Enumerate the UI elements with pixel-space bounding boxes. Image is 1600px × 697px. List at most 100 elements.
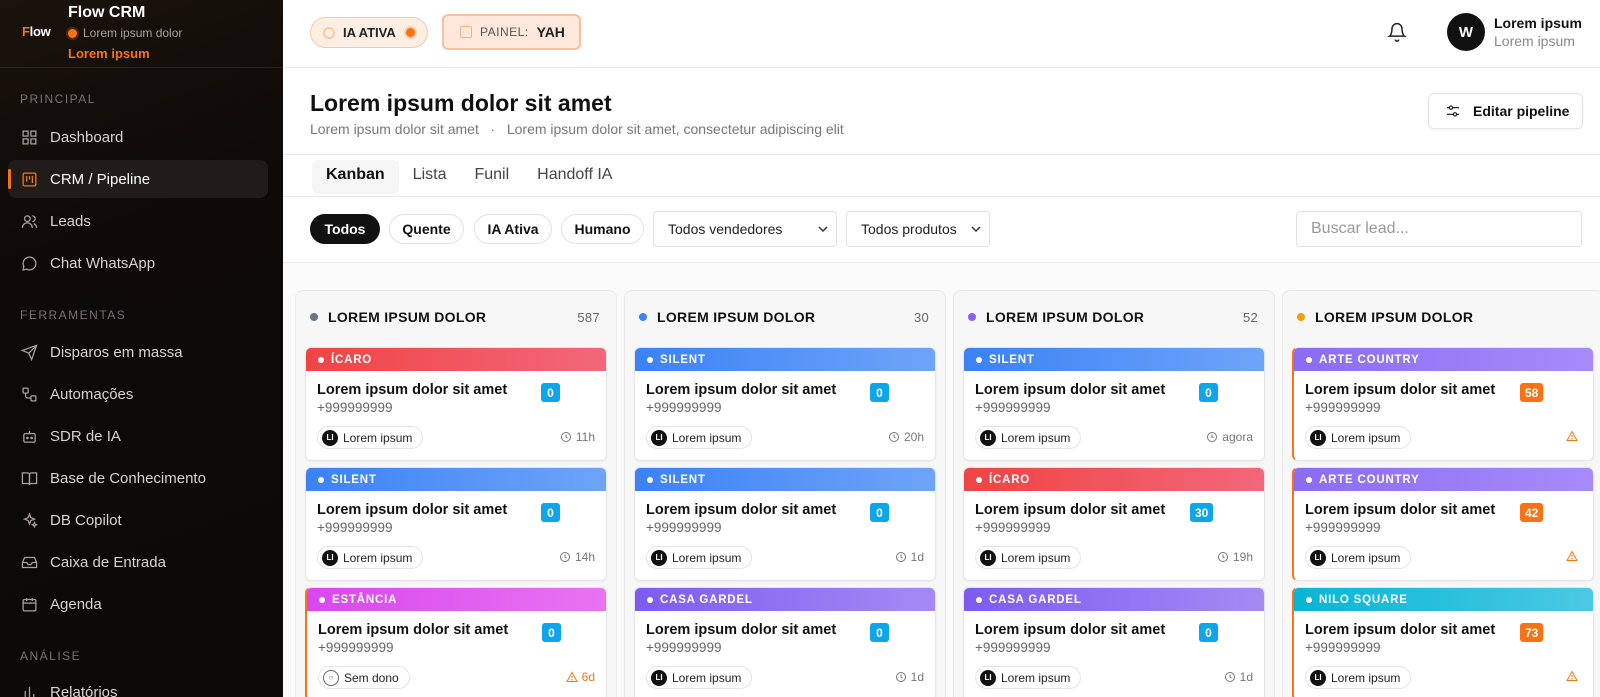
- owner-avatar: LI: [651, 669, 667, 686]
- product-select[interactable]: Todos produtos: [846, 211, 990, 247]
- lead-card[interactable]: SILENT Lorem ipsum dolor sit amet +99999…: [963, 347, 1265, 461]
- lead-name: Lorem ipsum dolor sit amet: [646, 502, 837, 518]
- lead-card[interactable]: SILENT Lorem ipsum dolor sit amet +99999…: [634, 347, 936, 461]
- bot-icon: [23, 430, 36, 443]
- lead-tag: NILO SQUARE: [1294, 588, 1593, 611]
- sidebar-item-automacoes[interactable]: Automações: [8, 375, 268, 413]
- warning-icon: [1566, 430, 1578, 441]
- owner-chip[interactable]: LI Lorem ipsum: [317, 426, 424, 449]
- owner-chip[interactable]: LI Lorem ipsum: [975, 666, 1082, 689]
- tab-handoff-ia[interactable]: Handoff IA: [523, 160, 626, 194]
- lead-phone: +999999999: [975, 400, 1051, 415]
- clock-icon: [1207, 432, 1218, 442]
- lead-card[interactable]: ÍCARO Lorem ipsum dolor sit amet +999999…: [963, 467, 1265, 581]
- section-label-analise: ANÁLISE: [20, 649, 82, 663]
- filter-chip-todos[interactable]: Todos: [310, 214, 380, 244]
- edit-pipeline-button[interactable]: Editar pipeline: [1428, 93, 1583, 129]
- column-header[interactable]: LOREM IPSUM DOLOR: [1297, 307, 1587, 327]
- sidebar-item-dashboard[interactable]: Dashboard: [8, 118, 268, 156]
- lead-tag: ARTE COUNTRY: [1294, 468, 1593, 491]
- lead-phone: +999999999: [1305, 520, 1381, 535]
- time-text: 20h: [903, 430, 924, 444]
- sidebar-item-caixa-entrada[interactable]: Caixa de Entrada: [8, 543, 268, 581]
- owner-chip[interactable]: LI Lorem ipsum: [646, 546, 753, 569]
- time-text: 1d: [1239, 670, 1253, 684]
- ia-status-pill[interactable]: IA ATIVA: [310, 17, 428, 48]
- owner-avatar: LI: [322, 549, 338, 566]
- avatar[interactable]: W: [1447, 13, 1485, 51]
- lead-time: [1566, 550, 1582, 562]
- tab-funil[interactable]: Funil: [460, 160, 523, 194]
- view-tabs: Kanban Lista Funil Handoff IA: [312, 160, 626, 194]
- lead-card[interactable]: ARTE COUNTRY Lorem ipsum dolor sit amet …: [1292, 467, 1594, 581]
- owner-chip[interactable]: LI Lorem ipsum: [1305, 666, 1412, 689]
- owner-chip[interactable]: LI Lorem ipsum: [1305, 546, 1412, 569]
- column-header[interactable]: LOREM IPSUM DOLOR 30: [639, 307, 929, 327]
- lead-card[interactable]: ARTE COUNTRY Lorem ipsum dolor sit amet …: [1292, 347, 1594, 461]
- tab-kanban[interactable]: Kanban: [312, 160, 399, 194]
- lead-card[interactable]: SILENT Lorem ipsum dolor sit amet +99999…: [634, 467, 936, 581]
- sidebar-item-chat-whatsapp[interactable]: Chat WhatsApp: [8, 244, 268, 282]
- lead-tag: ÍCARO: [306, 348, 606, 371]
- sidebar-item-label: Chat WhatsApp: [50, 254, 156, 272]
- sparkles-icon: [22, 511, 38, 528]
- user-role: Lorem ipsum: [1494, 33, 1575, 49]
- lead-card[interactable]: ÍCARO Lorem ipsum dolor sit amet +999999…: [305, 347, 607, 461]
- column-title: LOREM IPSUM DOLOR: [328, 309, 487, 325]
- lead-card[interactable]: CASA GARDEL Lorem ipsum dolor sit amet +…: [634, 587, 936, 697]
- sidebar-item-sdr-ia[interactable]: SDR de IA: [8, 417, 268, 455]
- brand-link[interactable]: Lorem ipsum: [68, 46, 150, 61]
- owner-chip[interactable]: LI Lorem ipsum: [975, 546, 1082, 569]
- owner-chip[interactable]: ○ Sem dono: [318, 666, 410, 689]
- lead-card[interactable]: ESTÂNCIA Lorem ipsum dolor sit amet +999…: [305, 587, 607, 697]
- lead-tag: ARTE COUNTRY: [1294, 348, 1593, 371]
- lead-card[interactable]: NILO SQUARE Lorem ipsum dolor sit amet +…: [1292, 587, 1594, 697]
- sliders-icon: [1447, 105, 1459, 117]
- sidebar-item-base-conhecimento[interactable]: Base de Conhecimento: [8, 459, 268, 497]
- tag-dot: [976, 476, 982, 483]
- time-text: agora: [1222, 430, 1253, 444]
- filter-chip-humano[interactable]: Humano: [561, 214, 644, 244]
- warning-icon: [1566, 550, 1578, 561]
- lead-phone: +999999999: [317, 400, 393, 415]
- owner-avatar: LI: [1310, 549, 1326, 566]
- column-header[interactable]: LOREM IPSUM DOLOR 587: [310, 307, 600, 327]
- lead-card[interactable]: CASA GARDEL Lorem ipsum dolor sit amet +…: [963, 587, 1265, 697]
- column-header[interactable]: LOREM IPSUM DOLOR 52: [968, 307, 1258, 327]
- owner-chip[interactable]: LI Lorem ipsum: [975, 426, 1082, 449]
- lead-card[interactable]: SILENT Lorem ipsum dolor sit amet +99999…: [305, 467, 607, 581]
- message-count-badge: 30: [1190, 503, 1214, 522]
- lead-phone: +999999999: [646, 520, 722, 535]
- sidebar-item-label: Caixa de Entrada: [50, 553, 166, 571]
- filter-chip-quente[interactable]: Quente: [389, 214, 464, 244]
- lead-time: agora: [1206, 430, 1253, 444]
- owner-avatar: LI: [980, 669, 996, 686]
- sidebar-item-relatorios[interactable]: Relatórios: [8, 673, 268, 697]
- lead-time: 11h: [560, 430, 595, 444]
- sidebar-item-disparos[interactable]: Disparos em massa: [8, 333, 268, 371]
- owner-chip[interactable]: LI Lorem ipsum: [646, 666, 753, 689]
- panel-selector[interactable]: PAINEL: YAH: [442, 14, 581, 50]
- seller-select[interactable]: Todos vendedores: [653, 211, 837, 247]
- filter-chip-ia-ativa[interactable]: IA Ativa: [474, 214, 552, 244]
- search-input[interactable]: [1296, 211, 1582, 247]
- message-count-badge: 0: [1199, 383, 1218, 402]
- brand-logo[interactable]: Flow: [22, 24, 51, 39]
- tab-lista[interactable]: Lista: [399, 160, 461, 194]
- time-text: 14h: [574, 550, 595, 564]
- sidebar-item-agenda[interactable]: Agenda: [8, 585, 268, 623]
- kanban-icon: [22, 171, 37, 187]
- owner-chip[interactable]: LI Lorem ipsum: [646, 426, 753, 449]
- sidebar-item-db-copilot[interactable]: DB Copilot: [8, 501, 268, 539]
- sidebar-item-leads[interactable]: Leads: [8, 202, 268, 240]
- owner-chip[interactable]: LI Lorem ipsum: [1305, 426, 1412, 449]
- sidebar-item-crm-pipeline[interactable]: CRM / Pipeline: [8, 160, 268, 198]
- lead-tag: ESTÂNCIA: [307, 588, 606, 611]
- chat-icon: [22, 255, 37, 271]
- column-title: LOREM IPSUM DOLOR: [986, 309, 1145, 325]
- lead-time: [1566, 430, 1582, 442]
- brand-subtitle: Lorem ipsum dolor: [68, 26, 182, 40]
- owner-chip[interactable]: LI Lorem ipsum: [317, 546, 424, 569]
- bell-icon[interactable]: [1387, 22, 1407, 42]
- time-text: 1d: [910, 550, 924, 564]
